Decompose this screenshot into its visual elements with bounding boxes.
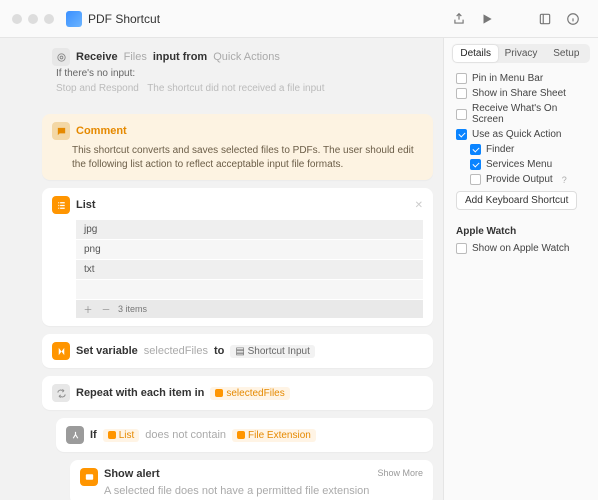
list-item[interactable]: jpg (76, 220, 423, 239)
pin-menubar-option[interactable]: Pin in Menu Bar (452, 71, 590, 86)
add-keyboard-shortcut-button[interactable]: Add Keyboard Shortcut (456, 191, 577, 210)
apple-watch-heading: Apple Watch (456, 226, 590, 237)
list-item[interactable]: txt (76, 260, 423, 279)
comment-action[interactable]: Comment This shortcut converts and saves… (42, 114, 433, 180)
app-icon (66, 11, 82, 27)
variable-icon (52, 342, 70, 360)
tab-setup[interactable]: Setup (544, 45, 589, 62)
repeat-icon (52, 384, 70, 402)
library-icon[interactable] (532, 7, 558, 31)
receive-screen-option[interactable]: Receive What's On Screen (452, 101, 590, 127)
repeat-action[interactable]: Repeat with each item in selectedFiles (42, 376, 433, 410)
window-title: PDF Shortcut (88, 12, 160, 26)
share-icon[interactable] (446, 7, 472, 31)
show-alert-action[interactable]: Show alert A selected file does not have… (70, 460, 433, 500)
list-token[interactable]: List (103, 429, 140, 442)
tab-details[interactable]: Details (453, 45, 498, 62)
variable-token[interactable]: selectedFiles (210, 387, 289, 400)
show-more-button[interactable]: Show More (377, 468, 423, 478)
set-variable-action[interactable]: Set variable selectedFiles to ▤ Shortcut… (42, 334, 433, 368)
close-icon[interactable]: ✕ (415, 200, 423, 211)
details-sidebar: Details Privacy Setup Pin in Menu Bar Sh… (443, 38, 598, 500)
receive-icon (52, 48, 70, 66)
list-item[interactable] (76, 280, 423, 299)
help-icon[interactable]: ? (562, 175, 567, 185)
provide-output-option[interactable]: Provide Output? (452, 172, 590, 187)
comment-icon (52, 122, 70, 140)
finder-option[interactable]: Finder (452, 142, 590, 157)
no-input-header: If there's no input: (56, 68, 419, 79)
remove-item-icon[interactable]: － (100, 303, 112, 315)
list-item[interactable]: png (76, 240, 423, 259)
receive-action[interactable]: Receive Files input from Quick Actions I… (42, 44, 433, 106)
workflow-canvas: Receive Files input from Quick Actions I… (0, 38, 443, 500)
titlebar: PDF Shortcut (0, 0, 598, 38)
quick-action-option[interactable]: Use as Quick Action (452, 127, 590, 142)
share-sheet-option[interactable]: Show in Share Sheet (452, 86, 590, 101)
play-icon[interactable] (474, 7, 500, 31)
info-icon[interactable] (560, 7, 586, 31)
list-icon (52, 196, 70, 214)
add-item-icon[interactable]: ＋ (82, 303, 94, 315)
file-extension-token[interactable]: File Extension (232, 429, 316, 442)
list-action[interactable]: List ✕ jpg png txt ＋ － 3 items (42, 188, 433, 326)
shortcut-input-token[interactable]: ▤ Shortcut Input (230, 345, 315, 358)
window-controls[interactable] (12, 14, 54, 24)
tab-privacy[interactable]: Privacy (498, 45, 543, 62)
sidebar-tabs: Details Privacy Setup (452, 44, 590, 63)
if-action[interactable]: If List does not contain File Extension (56, 418, 433, 452)
apple-watch-option[interactable]: Show on Apple Watch (452, 241, 590, 256)
services-option[interactable]: Services Menu (452, 157, 590, 172)
branch-icon (66, 426, 84, 444)
alert-icon (80, 468, 98, 486)
